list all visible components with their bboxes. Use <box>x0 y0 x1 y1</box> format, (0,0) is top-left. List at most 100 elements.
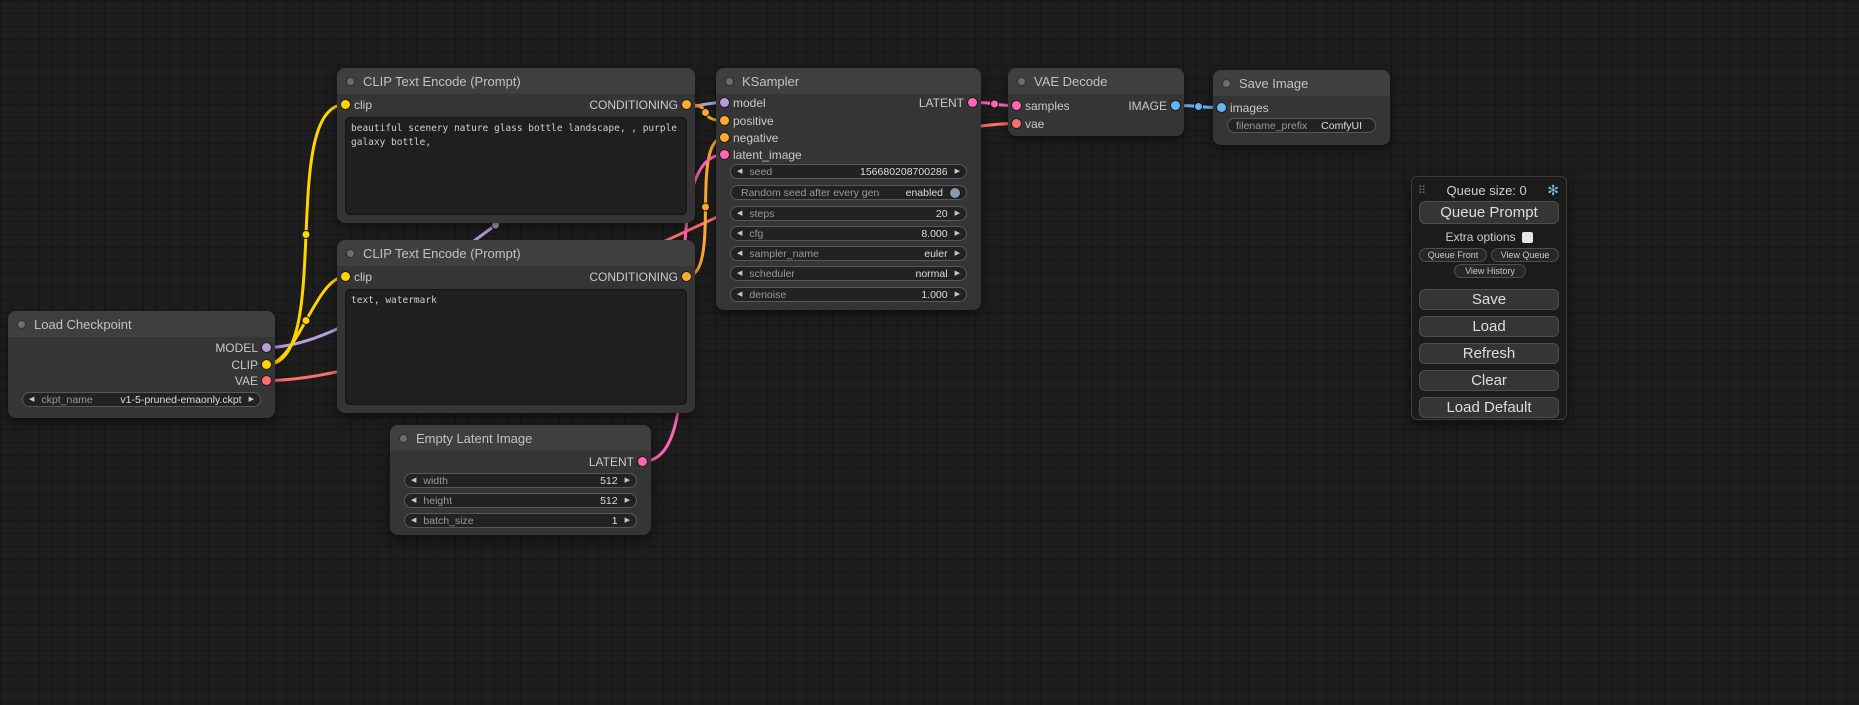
image-output-port[interactable] <box>1171 101 1180 110</box>
queue-front-button[interactable]: Queue Front <box>1419 248 1487 262</box>
drag-handle-icon[interactable]: ⠿ <box>1418 184 1426 197</box>
node-graph-canvas[interactable]: Load Checkpoint MODEL CLIP VAE ◀ ckpt_na… <box>0 0 1859 705</box>
view-queue-button[interactable]: View Queue <box>1491 248 1559 262</box>
increment-arrow-icon[interactable]: ▶ <box>625 514 630 527</box>
clear-button[interactable]: Clear <box>1419 370 1559 391</box>
queue-prompt-button[interactable]: Queue Prompt <box>1419 201 1559 224</box>
images-input-port[interactable] <box>1217 103 1226 112</box>
model-output-port[interactable] <box>262 343 271 352</box>
widget-value: 1 <box>612 515 618 527</box>
decrement-arrow-icon[interactable]: ◀ <box>29 393 34 406</box>
extra-options-checkbox[interactable] <box>1522 232 1533 243</box>
toggle-knob[interactable] <box>950 188 960 198</box>
latent-output-port[interactable] <box>968 98 977 107</box>
slot-label: IMAGE <box>1128 98 1167 114</box>
model-input-port[interactable] <box>720 98 729 107</box>
menu-header: ⠿ Queue size: 0 ✻ <box>1412 181 1566 199</box>
decrement-arrow-icon[interactable]: ◀ <box>411 514 416 527</box>
prompt-textarea[interactable]: beautiful scenery nature glass bottle la… <box>345 117 687 215</box>
slot-label: LATENT <box>589 454 634 470</box>
node-load-checkpoint[interactable]: Load Checkpoint MODEL CLIP VAE ◀ ckpt_na… <box>8 311 275 418</box>
view-history-button[interactable]: View History <box>1454 264 1526 278</box>
node-title-bar[interactable]: VAE Decode <box>1008 68 1184 94</box>
conditioning-output-port[interactable] <box>682 272 691 281</box>
latent-output-port[interactable] <box>638 457 647 466</box>
denoise-widget[interactable]: ◀ denoise 1.000 ▶ <box>730 287 967 302</box>
node-title: Empty Latent Image <box>416 431 532 446</box>
clip-input-port[interactable] <box>341 100 350 109</box>
clip-output-port[interactable] <box>262 360 271 369</box>
ckpt-name-widget[interactable]: ◀ ckpt_name v1-5-pruned-emaonly.ckpt ▶ <box>22 392 261 407</box>
load-button[interactable]: Load <box>1419 316 1559 337</box>
widget-label: ckpt_name <box>41 394 92 406</box>
width-widget[interactable]: ◀ width 512 ▶ <box>404 473 637 488</box>
vae-output-port[interactable] <box>262 376 271 385</box>
seed-widget[interactable]: ◀ seed 156680208700286 ▶ <box>730 164 967 179</box>
widget-label: seed <box>749 166 772 178</box>
sampler-name-widget[interactable]: ◀ sampler_name euler ▶ <box>730 246 967 261</box>
settings-gear-icon[interactable]: ✻ <box>1547 182 1559 199</box>
random-seed-toggle[interactable]: Random seed after every gen enabled <box>730 185 967 200</box>
decrement-arrow-icon[interactable]: ◀ <box>737 207 742 220</box>
increment-arrow-icon[interactable]: ▶ <box>955 267 960 280</box>
node-ksampler[interactable]: KSampler model LATENT positive negative … <box>716 68 981 310</box>
decrement-arrow-icon[interactable]: ◀ <box>737 247 742 260</box>
height-widget[interactable]: ◀ height 512 ▶ <box>404 493 637 508</box>
queue-size-label: Queue size: 0 <box>1426 183 1547 198</box>
refresh-button[interactable]: Refresh <box>1419 343 1559 364</box>
node-title-bar[interactable]: Empty Latent Image <box>390 425 651 451</box>
increment-arrow-icon[interactable]: ▶ <box>249 393 254 406</box>
decrement-arrow-icon[interactable]: ◀ <box>411 474 416 487</box>
node-title-bar[interactable]: CLIP Text Encode (Prompt) <box>337 240 695 266</box>
decrement-arrow-icon[interactable]: ◀ <box>737 227 742 240</box>
decrement-arrow-icon[interactable]: ◀ <box>737 165 742 178</box>
node-title-bar[interactable]: KSampler <box>716 68 981 94</box>
slot-label: model <box>733 95 766 111</box>
conditioning-output-port[interactable] <box>682 100 691 109</box>
decrement-arrow-icon[interactable]: ◀ <box>737 267 742 280</box>
increment-arrow-icon[interactable]: ▶ <box>955 207 960 220</box>
node-save-image[interactable]: Save Image images filename_prefix ComfyU… <box>1213 70 1390 145</box>
widget-value: 156680208700286 <box>860 166 948 178</box>
node-vae-decode[interactable]: VAE Decode samples IMAGE vae <box>1008 68 1184 136</box>
load-default-button[interactable]: Load Default <box>1419 397 1559 418</box>
slot-label: VAE <box>235 373 258 389</box>
steps-widget[interactable]: ◀ steps 20 ▶ <box>730 206 967 221</box>
node-clip-text-encode-negative[interactable]: CLIP Text Encode (Prompt) clip CONDITION… <box>337 240 695 413</box>
output-slot-vae: VAE <box>8 373 275 389</box>
node-title-bar[interactable]: Save Image <box>1213 70 1390 96</box>
samples-input-port[interactable] <box>1012 101 1021 110</box>
latent-image-input-port[interactable] <box>720 150 729 159</box>
increment-arrow-icon[interactable]: ▶ <box>625 474 630 487</box>
slot-row: samples IMAGE <box>1008 98 1184 114</box>
node-title: CLIP Text Encode (Prompt) <box>363 74 521 89</box>
filename-prefix-widget[interactable]: filename_prefix ComfyUI <box>1227 118 1376 133</box>
batch-size-widget[interactable]: ◀ batch_size 1 ▶ <box>404 513 637 528</box>
prompt-textarea[interactable]: text, watermark <box>345 289 687 405</box>
widget-label: filename_prefix <box>1236 120 1307 132</box>
increment-arrow-icon[interactable]: ▶ <box>955 247 960 260</box>
scheduler-widget[interactable]: ◀ scheduler normal ▶ <box>730 266 967 281</box>
cfg-widget[interactable]: ◀ cfg 8.000 ▶ <box>730 226 967 241</box>
widget-value: v1-5-pruned-emaonly.ckpt <box>120 394 241 406</box>
increment-arrow-icon[interactable]: ▶ <box>955 288 960 301</box>
decrement-arrow-icon[interactable]: ◀ <box>411 494 416 507</box>
slot-row: images <box>1213 100 1390 116</box>
increment-arrow-icon[interactable]: ▶ <box>955 165 960 178</box>
node-title-bar[interactable]: CLIP Text Encode (Prompt) <box>337 68 695 94</box>
increment-arrow-icon[interactable]: ▶ <box>955 227 960 240</box>
clip-input-port[interactable] <box>341 272 350 281</box>
slot-label: CLIP <box>231 357 258 373</box>
slot-label: positive <box>733 113 774 129</box>
node-clip-text-encode-positive[interactable]: CLIP Text Encode (Prompt) clip CONDITION… <box>337 68 695 223</box>
vae-input-port[interactable] <box>1012 119 1021 128</box>
positive-input-port[interactable] <box>720 116 729 125</box>
decrement-arrow-icon[interactable]: ◀ <box>737 288 742 301</box>
output-slot-latent: LATENT <box>390 454 651 470</box>
node-empty-latent-image[interactable]: Empty Latent Image LATENT ◀ width 512 ▶ … <box>390 425 651 535</box>
increment-arrow-icon[interactable]: ▶ <box>625 494 630 507</box>
slot-row: positive <box>716 113 981 129</box>
negative-input-port[interactable] <box>720 133 729 142</box>
node-title-bar[interactable]: Load Checkpoint <box>8 311 275 337</box>
save-button[interactable]: Save <box>1419 289 1559 310</box>
